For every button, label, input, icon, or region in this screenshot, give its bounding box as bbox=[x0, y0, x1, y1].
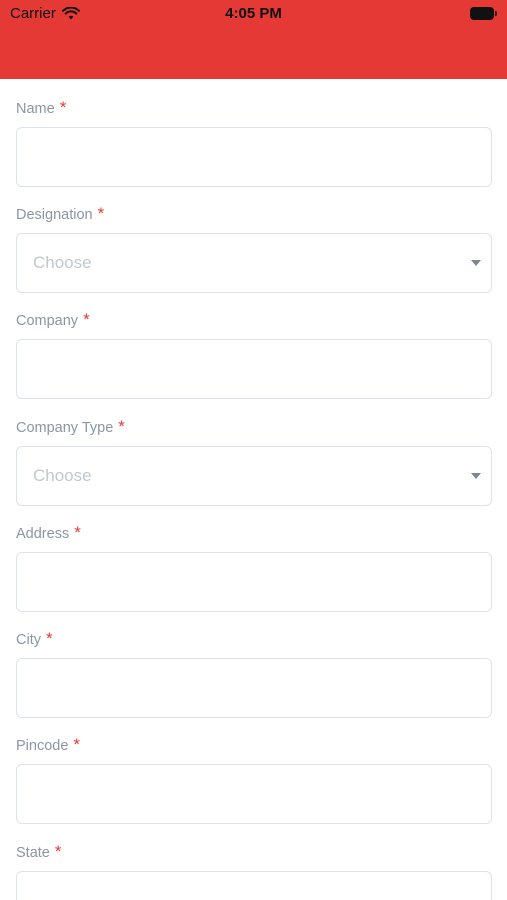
company-type-select[interactable]: Choose bbox=[16, 446, 492, 506]
required-marker: * bbox=[73, 735, 81, 754]
state-label: State * bbox=[16, 842, 492, 865]
required-marker: * bbox=[74, 523, 81, 542]
company-field: Company * bbox=[16, 310, 492, 399]
pincode-field: Pincode * bbox=[16, 735, 492, 824]
status-bar: Carrier 4:05 PM bbox=[0, 0, 507, 28]
address-field: Address * bbox=[16, 523, 492, 612]
address-label-text: Address bbox=[16, 526, 70, 542]
required-marker: * bbox=[45, 629, 53, 648]
designation-label: Designation * bbox=[16, 204, 492, 227]
city-input[interactable] bbox=[16, 658, 492, 718]
company-type-field: Company Type * Choose bbox=[16, 417, 492, 506]
company-input[interactable] bbox=[16, 339, 492, 399]
pincode-input[interactable] bbox=[16, 764, 492, 824]
battery-icon bbox=[470, 7, 497, 20]
name-label: Name * bbox=[16, 98, 492, 121]
state-input[interactable] bbox=[16, 871, 492, 900]
company-type-label-text: Company Type bbox=[16, 420, 114, 436]
state-label-text: State bbox=[16, 845, 50, 861]
chevron-down-icon bbox=[471, 260, 481, 266]
city-label-text: City bbox=[16, 632, 41, 648]
pincode-label-text: Pincode bbox=[16, 738, 69, 754]
required-marker: * bbox=[97, 204, 105, 223]
address-label: Address * bbox=[16, 523, 492, 546]
state-field: State * bbox=[16, 842, 492, 900]
required-marker: * bbox=[118, 417, 125, 436]
pincode-label: Pincode * bbox=[16, 735, 492, 758]
company-label: Company * bbox=[16, 310, 492, 333]
required-marker: * bbox=[54, 842, 62, 861]
registration-form: Name * Designation * Choose Company * Co… bbox=[0, 79, 507, 900]
city-field: City * bbox=[16, 629, 492, 718]
designation-label-text: Designation bbox=[16, 207, 93, 223]
designation-select-value: Choose bbox=[33, 253, 92, 272]
required-marker: * bbox=[83, 310, 90, 329]
city-label: City * bbox=[16, 629, 492, 652]
chevron-down-icon bbox=[471, 473, 481, 479]
name-field: Name * bbox=[16, 98, 492, 187]
company-label-text: Company bbox=[16, 313, 79, 329]
name-label-text: Name bbox=[16, 101, 55, 117]
name-input[interactable] bbox=[16, 127, 492, 187]
address-input[interactable] bbox=[16, 552, 492, 612]
company-type-label: Company Type * bbox=[16, 417, 492, 440]
status-time: 4:05 PM bbox=[225, 5, 282, 22]
designation-field: Designation * Choose bbox=[16, 204, 492, 293]
required-marker: * bbox=[59, 98, 67, 117]
designation-select[interactable]: Choose bbox=[16, 233, 492, 293]
company-type-select-value: Choose bbox=[33, 466, 92, 485]
